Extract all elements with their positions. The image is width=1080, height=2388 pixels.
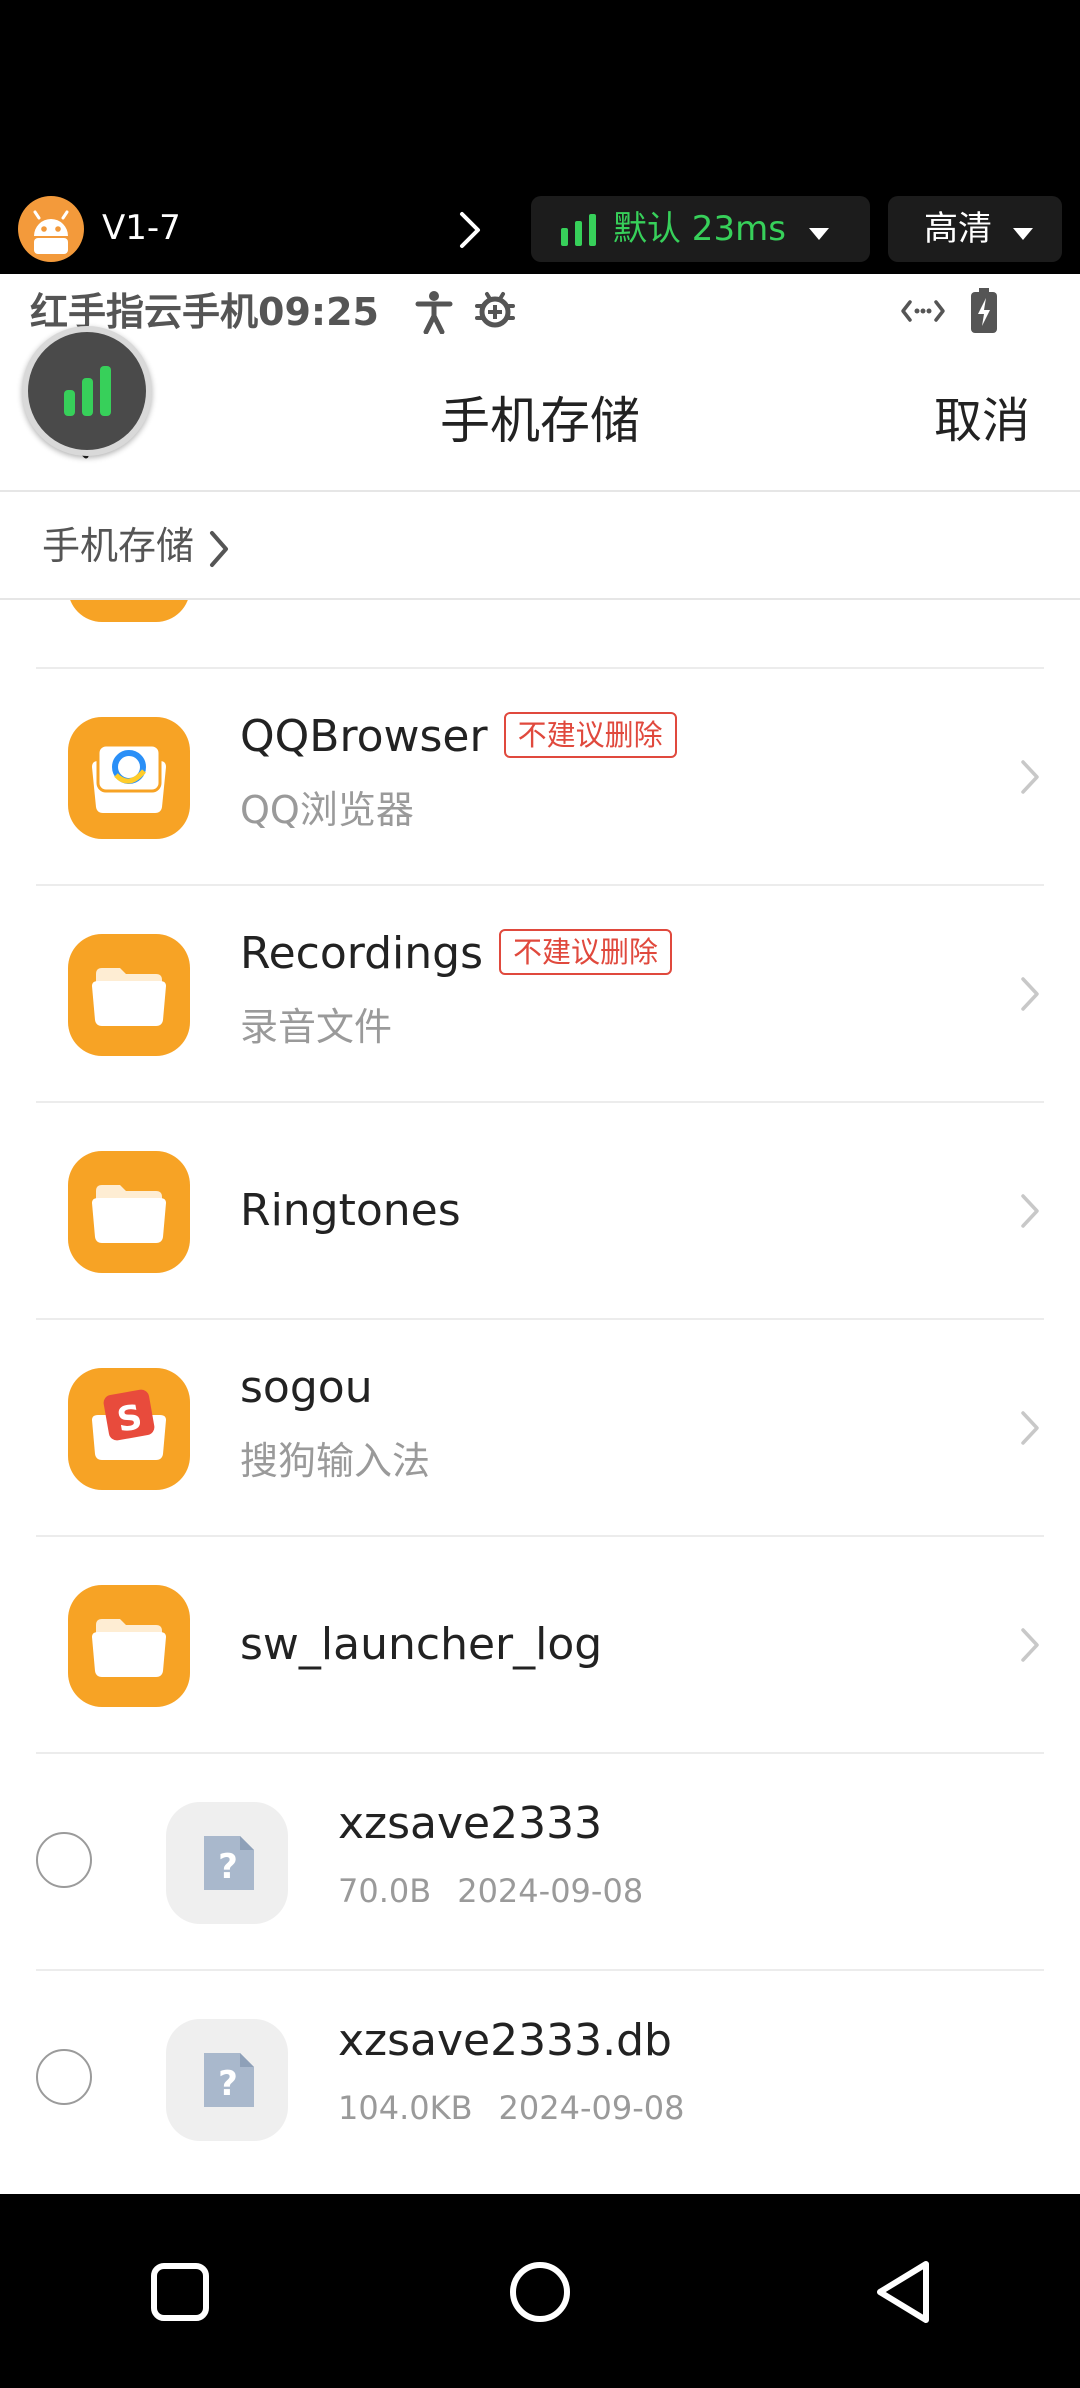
folder-name: sogou	[240, 1362, 373, 1413]
recents-square-icon[interactable]	[140, 2252, 220, 2332]
chevron-right-icon	[1020, 759, 1040, 799]
chevron-right-icon	[1020, 1410, 1040, 1450]
caret-down-icon	[808, 226, 830, 245]
file-list: QQBrowser 不建议删除 QQ浏览器 Recordings 不建议删除 录音文…	[0, 600, 1080, 2194]
chevron-right-icon[interactable]	[456, 208, 486, 256]
folder-subtitle: 搜狗输入法	[240, 1439, 431, 1483]
back-triangle-icon[interactable]	[864, 2252, 944, 2332]
file-row-xzsave2333-db[interactable]: ? xzsave2333.db 104.0KB 2024-09-08	[0, 1971, 1080, 2188]
folder-name: QQBrowser	[240, 711, 488, 762]
chevron-right-icon	[1020, 1627, 1040, 1667]
home-circle-icon[interactable]	[500, 2252, 580, 2332]
breadcrumb[interactable]: 手机存储	[42, 514, 230, 578]
folder-row-sogou[interactable]: S sogou 搜狗输入法	[0, 1320, 1080, 1537]
select-radio[interactable]	[36, 2049, 92, 2105]
warning-tag: 不建议删除	[499, 929, 673, 975]
folder-icon	[68, 1151, 190, 1273]
file-meta: 104.0KB 2024-09-08	[338, 2083, 685, 2133]
unknown-file-icon: ?	[166, 1802, 288, 1924]
file-row-xzsave2333[interactable]: ? xzsave2333 70.0B 2024-09-08	[0, 1754, 1080, 1971]
folder-name: Ringtones	[240, 1185, 461, 1236]
device-name: V1-7	[102, 208, 181, 248]
status-bar: 红手指云手机09:25	[0, 274, 1080, 348]
folder-name: Recordings	[240, 928, 483, 979]
svg-text:?: ?	[218, 2064, 238, 2104]
file-name: xzsave2333	[338, 1798, 603, 1849]
page-title: 手机存储	[440, 392, 640, 450]
chevron-right-icon	[210, 530, 229, 567]
folder-icon	[68, 600, 190, 622]
cloud-phone-toolbar: V1-7 默认 23ms 高清	[0, 0, 1080, 274]
quality-label: 高清	[924, 209, 992, 249]
file-name: xzsave2333.db	[338, 2015, 672, 2066]
folder-row-recordings[interactable]: Recordings 不建议删除 录音文件	[0, 886, 1080, 1103]
file-meta: 70.0B 2024-09-08	[338, 1866, 643, 1916]
caret-down-icon	[1012, 226, 1034, 245]
network-selector[interactable]: 默认 23ms	[531, 196, 870, 262]
file-size: 70.0B	[338, 1872, 432, 1910]
phone-screen: 红手指云手机09:25 手机存储 取消 手机存储 QQBrowser 不建议删除…	[0, 274, 1080, 2194]
folder-icon	[68, 934, 190, 1056]
unknown-file-icon: ?	[166, 2019, 288, 2141]
folder-row-sw-launcher-log[interactable]: sw_launcher_log	[0, 1537, 1080, 1754]
signal-bars-icon	[559, 214, 599, 250]
folder-subtitle: QQ浏览器	[240, 788, 414, 832]
header-divider	[0, 490, 1080, 492]
android-avatar-icon[interactable]	[18, 196, 84, 262]
floating-signal-button[interactable]	[22, 326, 152, 456]
file-date: 2024-09-08	[498, 2089, 685, 2127]
folder-subtitle: 录音文件	[240, 1005, 393, 1049]
select-radio[interactable]	[36, 1832, 92, 1888]
battery-charging-icon	[970, 288, 998, 338]
folder-name: sw_launcher_log	[240, 1619, 603, 1670]
qqbrowser-folder-icon	[68, 717, 190, 839]
chevron-right-icon	[1020, 1193, 1040, 1233]
file-size: 104.0KB	[338, 2089, 473, 2127]
list-item-partial[interactable]	[0, 600, 1080, 669]
navigation-bar	[0, 2194, 1080, 2388]
svg-text:?: ?	[218, 1847, 238, 1887]
debug-icon	[474, 288, 516, 338]
title-bar: 手机存储 取消	[0, 348, 1080, 492]
accessibility-icon	[414, 290, 454, 338]
folder-icon	[68, 1585, 190, 1707]
file-date: 2024-09-08	[457, 1872, 644, 1910]
chevron-right-icon	[1020, 976, 1040, 1016]
quality-selector[interactable]: 高清	[888, 196, 1062, 262]
network-latency-label: 默认 23ms	[613, 209, 786, 249]
breadcrumb-label: 手机存储	[42, 524, 195, 568]
sogou-folder-icon: S	[68, 1368, 190, 1490]
folder-row-ringtones[interactable]: Ringtones	[0, 1103, 1080, 1320]
warning-tag: 不建议删除	[503, 712, 677, 758]
folder-row-qqbrowser[interactable]: QQBrowser 不建议删除 QQ浏览器	[0, 669, 1080, 886]
data-transfer-icon	[900, 296, 946, 330]
cancel-button[interactable]: 取消	[934, 386, 1030, 456]
